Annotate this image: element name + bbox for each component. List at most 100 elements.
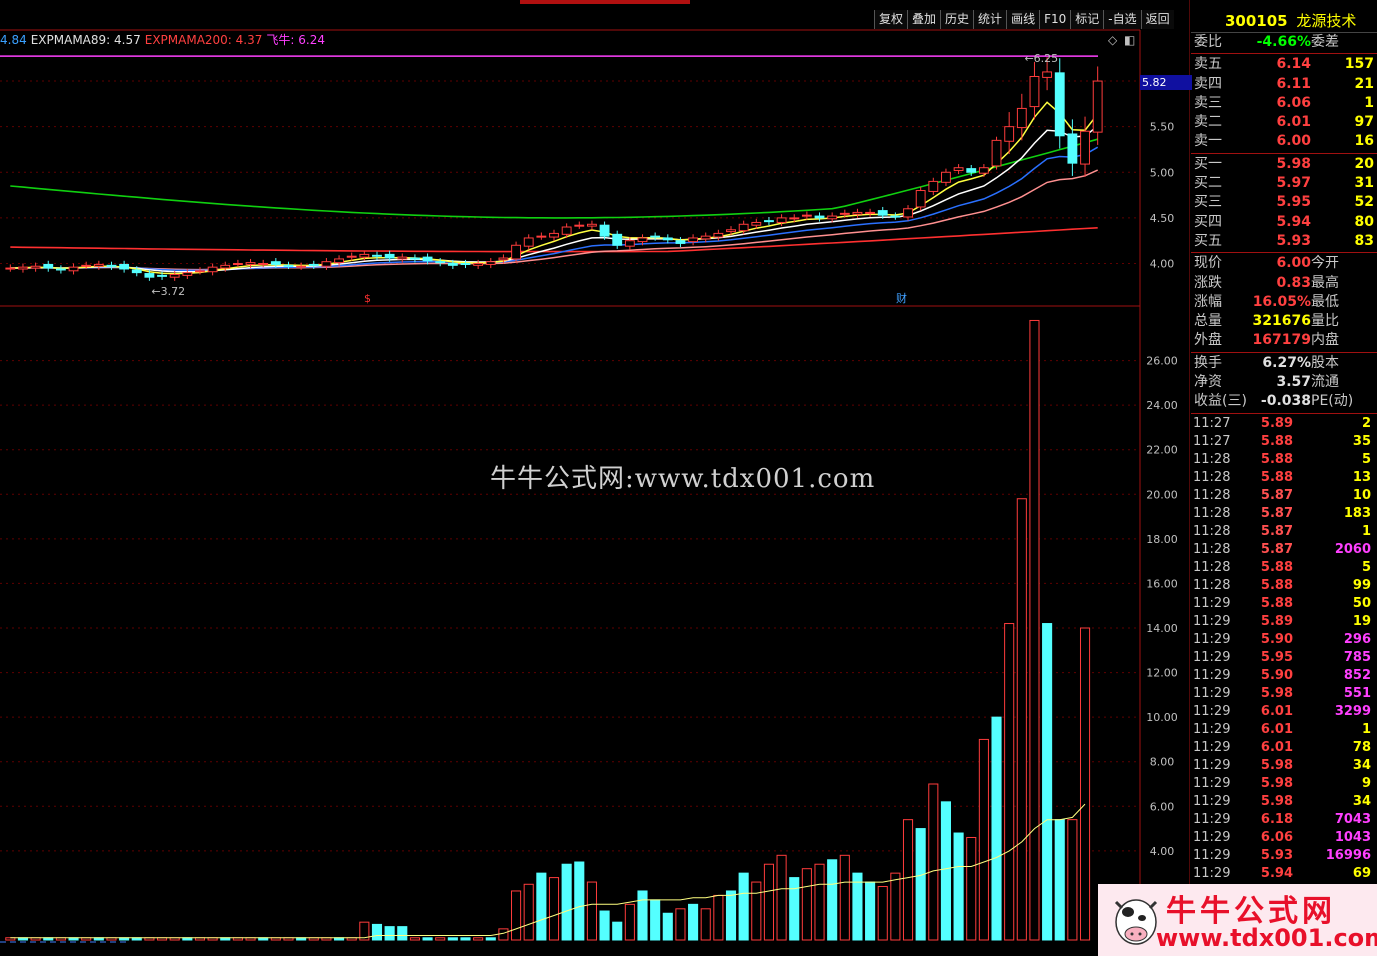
tick-row-3: 11:28 5.88 13: [1191, 469, 1377, 487]
volume-tick-label: 18.00: [1146, 533, 1178, 546]
stats-label2: 最低: [1311, 293, 1339, 310]
tick-price: 5.94: [1260, 865, 1293, 881]
stock-name: 龙源技术: [1296, 12, 1357, 30]
stock-header[interactable]: 300105 龙源技术: [1191, 10, 1377, 33]
candle-body: [308, 263, 319, 266]
sell-row-3: 卖二 6.01 97: [1191, 113, 1377, 132]
candle-body: [966, 168, 977, 173]
toolbar-button-0[interactable]: 复权: [874, 10, 908, 29]
candle-body: [372, 254, 382, 257]
tick-price: 6.01: [1260, 739, 1293, 755]
stats-row-0: 现价 6.00 今开: [1191, 254, 1377, 273]
toolbar-button-4[interactable]: 画线: [1006, 10, 1040, 29]
stats-label2: 最高: [1311, 274, 1339, 291]
volume-bar: [1004, 623, 1015, 941]
tick-volume: 69: [1352, 865, 1371, 881]
volume-bar: [827, 859, 838, 941]
candle-body: [978, 167, 989, 174]
candle-body: [587, 223, 597, 227]
toolbar-button-8[interactable]: 返回: [1140, 10, 1174, 29]
stats-row-1: 涨跌 0.83 最高: [1191, 274, 1377, 293]
stats2-value: 6.27%: [1262, 354, 1311, 371]
tick-time: 11:29: [1193, 667, 1231, 683]
stats2-value: 3.57: [1276, 374, 1311, 391]
candle-body: [220, 264, 231, 269]
tick-volume: 7043: [1334, 811, 1371, 827]
candle-body: [473, 263, 484, 266]
toolbar-button-6[interactable]: 标记: [1070, 10, 1104, 29]
candle-body: [941, 171, 951, 183]
sell-price: 6.11: [1276, 75, 1311, 92]
volume-bar: [624, 903, 635, 941]
tick-list[interactable]: 11:27 5.89 2 11:27 5.88 35 11:28 5.88 5 11:28 5.88…: [1191, 415, 1377, 883]
volume-bar: [991, 716, 1002, 941]
tick-row-13: 11:29 5.95 785: [1191, 649, 1377, 667]
tick-time: 11:29: [1193, 703, 1231, 719]
tick-price: 5.88: [1260, 451, 1293, 467]
candle-body: [245, 262, 256, 265]
sell-row-4: 卖一 6.00 16: [1191, 132, 1377, 151]
candle-body: [1004, 126, 1015, 142]
volume-bar: [1079, 627, 1091, 941]
toolbar-button-1[interactable]: 叠加: [907, 10, 941, 29]
tick-volume: 1: [1361, 721, 1371, 737]
volume-bar: [675, 908, 686, 941]
layout-icon: ◧: [1124, 33, 1135, 47]
toolbar-button-7[interactable]: -自选: [1103, 10, 1141, 29]
volume-bar: [1016, 498, 1027, 941]
volume-bar: [776, 854, 787, 941]
price-tick-label: 5.00: [1150, 166, 1175, 179]
tick-time: 11:29: [1193, 811, 1231, 827]
stats2-row-1: 净资 3.57 流通: [1191, 373, 1377, 392]
tick-time: 11:29: [1193, 775, 1231, 791]
diamond-icon: ◇: [1108, 33, 1118, 47]
volume-bar: [435, 937, 446, 941]
toolbar-button-3[interactable]: 统计: [973, 10, 1007, 29]
toolbar-button-5[interactable]: F10: [1039, 10, 1071, 29]
candle-body: [460, 263, 471, 266]
candle-body: [1016, 107, 1027, 129]
candle-body: [195, 270, 205, 273]
high-annotation: ←6.25: [1024, 52, 1058, 65]
candle-body: [827, 215, 838, 220]
tick-price: 5.88: [1260, 469, 1293, 485]
tick-time: 11:28: [1193, 487, 1231, 503]
stats-label2: 量比: [1311, 313, 1339, 330]
volume-bar: [536, 872, 547, 941]
tick-price: 5.98: [1260, 793, 1293, 809]
tick-time: 11:28: [1193, 451, 1231, 467]
volume-panel[interactable]: [0, 319, 1091, 943]
volume-bar: [1054, 819, 1065, 941]
tick-time: 11:29: [1193, 829, 1231, 845]
tick-volume: 34: [1352, 793, 1371, 809]
volume-bar: [738, 872, 749, 941]
buy-label: 买二: [1194, 175, 1222, 192]
candle-body: [675, 240, 686, 244]
candle-body: [498, 257, 509, 261]
tick-price: 5.88: [1260, 433, 1293, 449]
tick-row-15: 11:29 5.98 551: [1191, 685, 1377, 703]
price-tick-label: 4.50: [1150, 212, 1175, 225]
tick-row-21: 11:29 5.98 34: [1191, 793, 1377, 811]
candle-body: [485, 261, 496, 265]
low-annotation: ←3.72: [151, 285, 185, 298]
stats-label: 涨幅: [1194, 293, 1222, 310]
volume-bar: [1067, 819, 1078, 941]
stats-value: 0.83: [1276, 274, 1311, 291]
stock-code: 300105: [1225, 12, 1288, 30]
candle-body: [637, 237, 648, 243]
candle-body: [435, 261, 446, 264]
candle-body: [144, 273, 155, 278]
sell-price: 6.00: [1276, 133, 1311, 150]
toolbar-button-2[interactable]: 历史: [940, 10, 974, 29]
candle-body: [713, 232, 724, 238]
tick-row-14: 11:29 5.90 852: [1191, 667, 1377, 685]
volume-bar: [1042, 623, 1053, 941]
candle-body: [119, 263, 130, 270]
candlestick-panel[interactable]: ←3.72 ←6.25 $ 财 ◇ ◧: [0, 33, 1135, 305]
volume-bar: [877, 886, 888, 941]
tick-time: 11:29: [1193, 865, 1231, 881]
tick-time: 11:27: [1193, 415, 1231, 431]
current-price-tag: 5.82: [1140, 75, 1192, 90]
candle-body: [928, 180, 939, 192]
